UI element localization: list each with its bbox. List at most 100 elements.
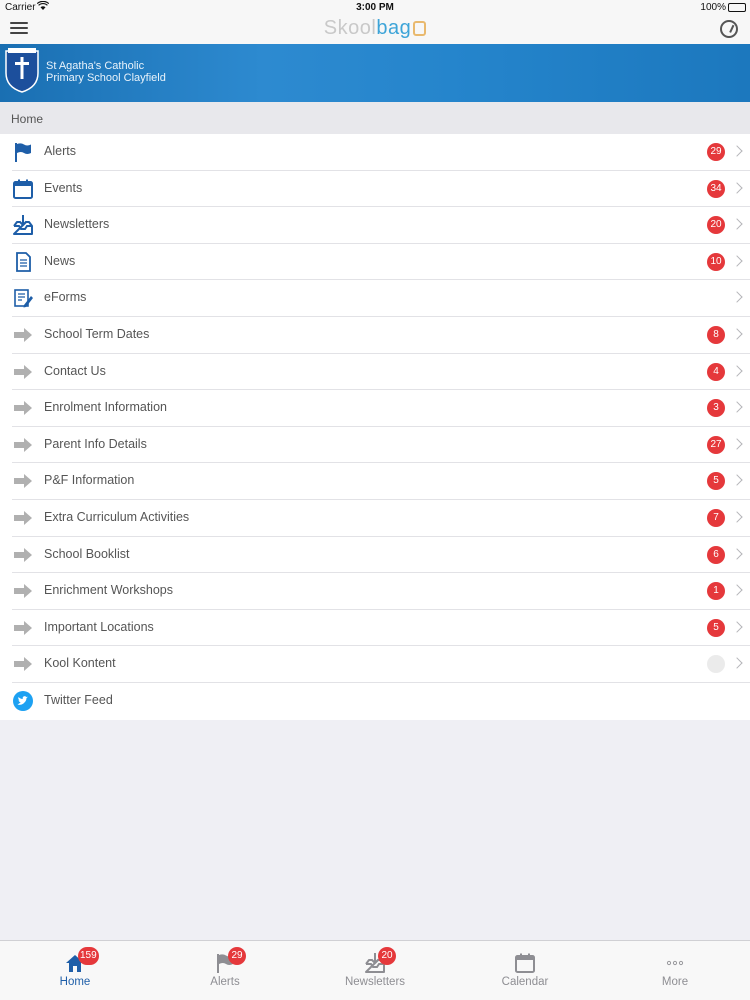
- arrow-right-icon: [12, 617, 34, 639]
- sync-icon[interactable]: [720, 20, 738, 38]
- menu-item-news[interactable]: News 10: [0, 243, 750, 281]
- menu-item-school-term-dates[interactable]: School Term Dates 8: [0, 316, 750, 354]
- count-badge: 7: [707, 508, 725, 527]
- menu-item-label: Enrichment Workshops: [44, 583, 173, 598]
- chevron-right-icon: [731, 255, 743, 267]
- arrow-right-icon: [12, 507, 34, 529]
- chevron-right-icon: [731, 657, 743, 669]
- arrow-right-icon: [12, 434, 34, 456]
- menu-item-contact-us[interactable]: Contact Us 4: [0, 353, 750, 391]
- menu-item-label: Alerts: [44, 144, 76, 158]
- menu-item-label: Newsletters: [44, 217, 110, 232]
- menu-item-twitter-feed[interactable]: Twitter Feed: [0, 682, 750, 720]
- menu-item-label: Important Locations: [44, 619, 154, 634]
- chevron-right-icon: [731, 547, 743, 560]
- tab-badge: 29: [228, 947, 246, 965]
- count-badge: 34: [707, 179, 725, 198]
- menu-list: Alerts 29 Events 34 Newsletters 20 News 10 eForm…: [0, 134, 750, 720]
- school-name-line2: Primary School Clayfield: [46, 72, 166, 84]
- arrow-right-icon: [12, 580, 34, 602]
- count-badge: 20: [707, 216, 725, 235]
- inbox-download-icon: [12, 214, 34, 236]
- tab-alerts[interactable]: 29 Alerts: [150, 941, 300, 1000]
- count-badge: 29: [707, 143, 725, 161]
- menu-item-enrolment-information[interactable]: Enrolment Information 3: [0, 390, 750, 427]
- menu-item-label: News: [44, 253, 76, 268]
- count-badge: 3: [707, 399, 725, 418]
- menu-item-label: Parent Info Details: [44, 436, 147, 451]
- tab-badge: 159: [78, 947, 99, 965]
- tab-label: Alerts: [210, 976, 240, 988]
- tab-bar: 159 Home 29 Alerts 20 Newsletters Calendar More: [0, 940, 750, 1000]
- chevron-right-icon: [731, 291, 743, 304]
- chevron-right-icon: [731, 621, 743, 633]
- chevron-right-icon: [731, 584, 743, 596]
- menu-item-label: eForms: [44, 290, 87, 305]
- chevron-right-icon: [731, 145, 743, 157]
- tab-home[interactable]: 159 Home: [0, 941, 150, 1000]
- menu-item-newsletters[interactable]: Newsletters 20: [0, 207, 750, 244]
- count-badge: 5: [707, 618, 725, 637]
- count-badge: [707, 655, 725, 674]
- menu-item-kool-kontent[interactable]: Kool Kontent: [0, 646, 750, 683]
- menu-item-eforms[interactable]: eForms: [0, 280, 750, 317]
- twitter-icon: [12, 690, 34, 712]
- arrow-right-icon: [12, 324, 34, 346]
- status-bar: Carrier 3:00 PM 100%: [0, 0, 750, 16]
- chevron-right-icon: [731, 401, 743, 413]
- flag-icon: [12, 141, 34, 163]
- battery-percent: 100%: [700, 2, 726, 13]
- menu-item-label: Extra Curriculum Activities: [44, 509, 190, 524]
- breadcrumb: Home: [0, 102, 750, 134]
- chevron-right-icon: [731, 511, 743, 523]
- logo-text-part2: bag: [376, 17, 412, 39]
- tab-newsletters[interactable]: 20 Newsletters: [300, 941, 450, 1000]
- arrow-right-icon: [12, 653, 34, 675]
- menu-item-school-booklist[interactable]: School Booklist 6: [0, 536, 750, 574]
- menu-item-label: Kool Kontent: [44, 656, 116, 671]
- menu-item-p-f-information[interactable]: P&F Information 5: [0, 463, 750, 500]
- battery-icon: [728, 3, 746, 12]
- count-badge: 1: [707, 582, 725, 601]
- menu-item-alerts[interactable]: Alerts 29: [0, 134, 750, 171]
- form-edit-icon: [12, 287, 34, 309]
- chevron-right-icon: [731, 438, 743, 450]
- count-badge: 27: [707, 435, 725, 454]
- count-badge: 4: [707, 362, 725, 381]
- app-logo: Skoolbag: [0, 17, 750, 40]
- menu-item-events[interactable]: Events 34: [0, 170, 750, 208]
- school-name-line1: St Agatha's Catholic: [46, 60, 145, 72]
- menu-item-label: P&F Information: [44, 473, 135, 488]
- tab-badge: 20: [378, 947, 396, 965]
- menu-item-label: School Booklist: [44, 546, 130, 561]
- count-badge: 5: [707, 472, 725, 491]
- menu-item-parent-info-details[interactable]: Parent Info Details 27: [0, 426, 750, 464]
- count-badge: 10: [707, 252, 725, 271]
- tab-label: Home: [59, 976, 91, 988]
- menu-item-important-locations[interactable]: Important Locations 5: [0, 609, 750, 647]
- menu-item-extra-curriculum-activities[interactable]: Extra Curriculum Activities 7: [0, 499, 750, 537]
- more-icon: [664, 952, 686, 974]
- tab-calendar[interactable]: Calendar: [450, 941, 600, 1000]
- nav-bar: Skoolbag: [0, 16, 750, 44]
- logo-text-part1: Skool: [323, 17, 377, 39]
- arrow-right-icon: [12, 470, 34, 492]
- chevron-right-icon: [731, 181, 743, 194]
- chevron-right-icon: [731, 328, 743, 340]
- tab-label: More: [661, 976, 689, 988]
- calendar-icon: [12, 178, 34, 200]
- menu-item-enrichment-workshops[interactable]: Enrichment Workshops 1: [0, 573, 750, 610]
- menu-item-label: Enrolment Information: [44, 400, 167, 415]
- tab-label: Newsletters: [344, 976, 406, 988]
- tab-more[interactable]: More: [600, 941, 750, 1000]
- count-badge: 6: [707, 545, 725, 564]
- bag-icon: [413, 21, 427, 36]
- menu-item-label: Events: [44, 180, 83, 195]
- calendar-icon: [514, 952, 536, 974]
- menu-item-label: Twitter Feed: [44, 692, 113, 707]
- arrow-right-icon: [12, 397, 34, 419]
- arrow-right-icon: [12, 361, 34, 383]
- document-icon: [12, 251, 34, 273]
- chevron-right-icon: [731, 474, 743, 487]
- chevron-right-icon: [731, 364, 743, 377]
